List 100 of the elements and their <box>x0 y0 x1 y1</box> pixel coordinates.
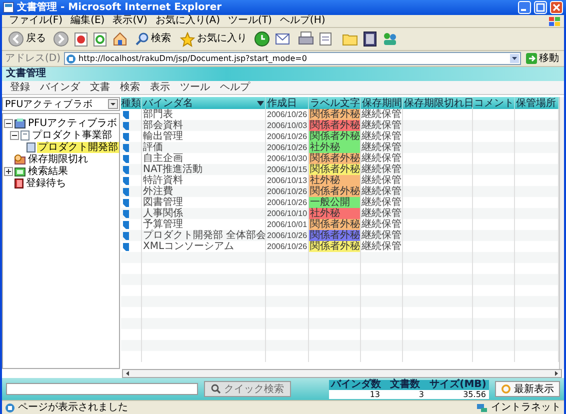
tree-item[interactable]: プロダクト事業部 <box>31 130 113 140</box>
people-icon[interactable] <box>382 31 398 47</box>
favorites-button[interactable]: お気に入り <box>178 32 249 46</box>
menu-item[interactable]: ヘルプ(H) <box>276 15 330 27</box>
table-row[interactable]: 部会資料 2006/10/03 関係者外秘継続保管 <box>121 120 559 131</box>
column-header[interactable]: コメント <box>473 97 515 109</box>
minus-icon[interactable] <box>10 130 19 140</box>
home-icon[interactable] <box>112 31 128 47</box>
table-cell: 2006/10/26 <box>267 131 308 142</box>
notes-icon[interactable] <box>363 31 377 47</box>
plus-icon[interactable] <box>4 166 13 176</box>
maximize-icon[interactable] <box>534 1 547 14</box>
menu-item[interactable]: 表示 <box>146 82 174 94</box>
stat-label: 文書数 <box>383 380 427 390</box>
table-cell: 輸出管理 <box>143 131 183 142</box>
address-label: アドレス(D) <box>5 52 61 64</box>
window-title: 文書管理 - Microsoft Internet Explorer <box>17 2 222 14</box>
label-cell: 社外秘 <box>309 142 361 153</box>
menu-item[interactable]: ツール(T) <box>224 15 276 27</box>
column-header[interactable]: 保存期間 <box>361 97 403 109</box>
app-title: 文書管理 <box>6 68 46 80</box>
table-cell: 継続保管 <box>362 186 402 197</box>
left-arrow-icon <box>124 370 131 377</box>
tree-item[interactable]: 検索結果 <box>27 166 69 176</box>
table-cell: 部門表 <box>143 109 173 120</box>
forward-icon[interactable] <box>53 31 69 47</box>
status-text: ページが表示されました <box>18 402 128 414</box>
search-field[interactable] <box>6 383 198 395</box>
menu-item[interactable]: 登録 <box>6 82 34 94</box>
table-cell: 継続保管 <box>362 131 402 142</box>
table-cell: 評価 <box>143 142 163 153</box>
column-header[interactable]: 作成日 <box>266 97 309 109</box>
column-header[interactable]: バインダ名 <box>142 97 266 109</box>
table-cell: 継続保管 <box>362 208 402 219</box>
table-cell: XMLコンソーシアム <box>143 241 234 252</box>
menu-item[interactable]: お気に入り(A) <box>151 15 224 27</box>
menu-item[interactable]: バインダ <box>36 82 84 94</box>
menu-item[interactable]: ヘルプ <box>216 82 254 94</box>
close-icon[interactable] <box>550 1 563 14</box>
table-cell: 人事関係 <box>143 208 183 219</box>
tree-item[interactable]: 登録待ち <box>25 178 67 188</box>
table-cell: 継続保管 <box>362 175 402 186</box>
go-button[interactable]: 移動 <box>524 52 561 64</box>
table-cell: 外注費 <box>143 186 173 197</box>
table-cell: 2006/10/26 <box>267 142 308 153</box>
table-cell: 継続保管 <box>362 142 402 153</box>
search-button[interactable]: 検索 <box>133 32 173 46</box>
clock-folder-icon <box>14 154 26 164</box>
table-cell: 2006/10/03 <box>267 120 308 131</box>
table-cell: 部会資料 <box>143 120 183 131</box>
zone-text: イントラネット <box>491 402 561 414</box>
table-row[interactable]: 人事関係 2006/10/10 社外秘 継続保管 <box>121 208 559 219</box>
menu-item[interactable]: ツール <box>176 82 214 94</box>
history-icon[interactable] <box>254 31 270 47</box>
label-cell: 関係者外秘 <box>309 153 361 164</box>
table-cell: 継続保管 <box>362 241 402 252</box>
label-cell: 社外秘 <box>309 175 361 186</box>
table-cell: 特許資料 <box>143 175 183 186</box>
label-cell: 関係者外秘 <box>309 230 361 241</box>
table-cell: 継続保管 <box>362 230 402 241</box>
tree-item[interactable]: PFUアクティブラボ <box>27 118 118 128</box>
page-icon <box>66 54 76 64</box>
star-icon <box>180 32 195 46</box>
table-row[interactable]: 外注費 2006/10/26 関係者外秘継続保管 <box>121 186 559 197</box>
menu-item[interactable]: ファイル(F) <box>5 15 67 27</box>
table-cell: 継続保管 <box>362 120 402 131</box>
back-button[interactable]: 戻る <box>6 31 48 47</box>
table-cell: 2006/10/26 <box>267 109 308 120</box>
tree-item[interactable]: プロダクト開発部 <box>37 142 119 152</box>
table-cell: 2006/10/26 <box>267 197 308 208</box>
table-cell: 2006/10/26 <box>267 186 308 197</box>
table-cell: 継続保管 <box>362 164 402 175</box>
document-icon <box>20 130 30 140</box>
address-field[interactable]: http://localhost/rakuDm/jsp/Document.jsp?start_mode=0 <box>64 52 521 65</box>
menu-item[interactable]: 表示(V) <box>108 15 152 27</box>
column-header[interactable]: 種類 <box>121 97 142 109</box>
table-cell: 継続保管 <box>362 219 402 230</box>
refresh-icon[interactable] <box>93 31 107 47</box>
sort-arrow-icon <box>257 100 264 106</box>
stop-icon[interactable] <box>74 31 88 47</box>
table-row[interactable]: プロダクト開発部 全体部会2006/10/26 関係者外秘継続保管 <box>121 230 559 241</box>
menu-item[interactable]: 検索 <box>116 82 144 94</box>
table-cell: 2006/10/15 <box>267 164 308 175</box>
menu-item[interactable]: 文書 <box>86 82 114 94</box>
column-header[interactable]: 保存期限切れ日 <box>403 97 473 109</box>
table-cell: 2006/10/10 <box>267 208 308 219</box>
minimize-icon[interactable] <box>518 1 531 14</box>
search-icon <box>211 384 221 394</box>
tree-item[interactable]: 保存期限切れ <box>27 154 89 164</box>
printer-icon[interactable] <box>298 31 314 47</box>
table-cell: 2006/10/13 <box>267 175 308 186</box>
menu-item[interactable]: 編集(E) <box>66 15 109 27</box>
refresh-button[interactable]: 最新表示 <box>495 381 560 397</box>
table-row[interactable]: NAT推進活動 2006/10/15 関係者外秘継続保管 <box>121 164 559 175</box>
dropdown-icon[interactable] <box>510 54 519 63</box>
label-cell: 関係者外秘 <box>309 131 361 142</box>
cabinet-dropdown[interactable]: PFUアクティブラボ <box>2 97 120 111</box>
label-cell: 関係者外秘 <box>309 164 361 175</box>
table-row[interactable]: 評価 2006/10/26 社外秘 継続保管 <box>121 142 559 153</box>
minus-icon[interactable] <box>4 118 13 128</box>
